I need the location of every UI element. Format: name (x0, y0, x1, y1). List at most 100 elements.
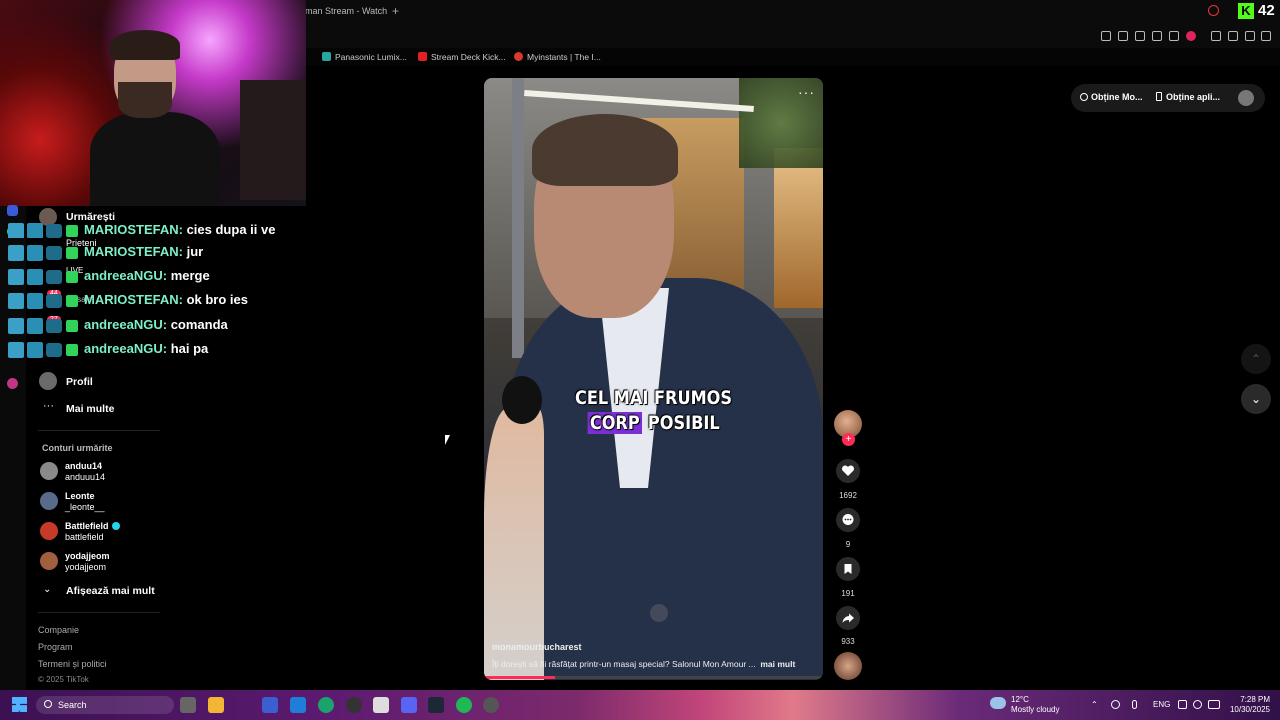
bookmark-panasonic[interactable]: Panasonic Lumix... (322, 52, 407, 62)
taskbar-search-box[interactable] (36, 696, 174, 714)
followed-account-battlefield[interactable]: Battlefield battlefield (65, 521, 120, 543)
followed-avatar[interactable] (40, 522, 58, 540)
get-coins-button[interactable]: Obține Mo... (1080, 92, 1143, 102)
task-view-icon[interactable] (180, 697, 196, 713)
followed-account-leonte[interactable]: Leonte _leonte__ (65, 491, 105, 513)
followed-account-anduu14[interactable]: anduu14 anduuu14 (65, 461, 105, 483)
instagram-icon[interactable] (7, 378, 18, 389)
edge-icon[interactable] (318, 697, 334, 713)
video-player[interactable]: ··· CEL MAI FRUMOS CORP POSIBIL monamourb… (484, 78, 823, 680)
verified-icon (111, 522, 120, 530)
chat-badge-icon (66, 294, 78, 307)
like-button[interactable] (836, 459, 860, 483)
weather-description[interactable]: Mostly cloudy (1011, 705, 1059, 714)
battery-icon[interactable] (1208, 700, 1220, 709)
menu-icon[interactable] (1261, 31, 1271, 41)
spotify-icon[interactable] (456, 697, 472, 713)
bookmark-favicon-icon (514, 52, 523, 61)
bookmark-myinstants[interactable]: Myinstants | The I... (514, 52, 601, 62)
chat-username: MARIOSTEFAN: (84, 222, 183, 237)
steam-icon[interactable] (428, 697, 444, 713)
previous-video-button[interactable]: ⌃ (1241, 344, 1271, 374)
chat-badge-icon (66, 270, 78, 283)
obs-icon[interactable] (346, 697, 362, 713)
bookmark-favicon-icon (322, 52, 331, 61)
nav-more[interactable]: Mai multe (66, 403, 114, 415)
discord-icon[interactable] (401, 697, 417, 713)
download-icon[interactable] (1228, 31, 1238, 41)
profile-avatar-icon (39, 372, 57, 390)
extensions-icon[interactable] (1211, 31, 1221, 41)
app-icon[interactable] (262, 697, 278, 713)
volume-icon[interactable] (1193, 700, 1202, 709)
video-caption: CEL MAI FRUMOS CORP POSIBIL (509, 386, 797, 436)
video-shop-window (774, 148, 823, 308)
footer-program-link[interactable]: Program (38, 642, 73, 652)
clock-time[interactable]: 7:28 PM (1230, 695, 1270, 704)
shield-icon[interactable] (1135, 31, 1145, 41)
video-progress-bar[interactable] (484, 676, 823, 679)
followed-avatar[interactable] (40, 462, 58, 480)
sound-disc-icon[interactable] (834, 652, 862, 680)
streamer-hair (110, 30, 180, 60)
pin-icon[interactable] (1101, 31, 1111, 41)
follow-plus-icon[interactable]: + (842, 433, 855, 446)
share-button[interactable] (836, 606, 860, 630)
language-indicator[interactable]: ENG (1153, 700, 1170, 709)
user-avatar[interactable] (1238, 90, 1254, 106)
search-icon[interactable] (1208, 5, 1219, 16)
chat-message: andreeaNGU: comanda (8, 317, 228, 339)
chat-message: andreeaNGU: hai pa (8, 341, 208, 363)
clock-date[interactable]: 10/30/2025 (1224, 705, 1270, 714)
nav-profile[interactable]: Profil (66, 376, 93, 388)
bookmark-label: Panasonic Lumix... (335, 52, 407, 62)
save-button[interactable] (836, 557, 860, 581)
video-more-link[interactable]: mai mult (760, 659, 795, 669)
heart-icon[interactable] (1186, 31, 1196, 41)
followed-avatar[interactable] (40, 492, 58, 510)
chat-text: ok bro ies (186, 292, 248, 307)
tray-app-icon[interactable] (1111, 700, 1120, 709)
chevron-down-icon: ⌄ (43, 584, 52, 595)
video-jacket-button (650, 604, 668, 622)
video-author[interactable]: monamourbucharest (492, 642, 582, 652)
get-app-label: Obține apli... (1166, 92, 1221, 102)
app-shortcut-icon[interactable] (7, 205, 18, 216)
chat-badge-icon (8, 317, 24, 334)
chevron-up-icon[interactable]: ⌃ (1091, 700, 1100, 709)
microphone-icon[interactable] (1132, 700, 1137, 709)
file-explorer-icon[interactable] (208, 697, 224, 713)
comment-button[interactable] (836, 508, 860, 532)
like-count: 1692 (839, 491, 857, 500)
more-dots-icon: ··· (43, 400, 54, 412)
footer-copyright: © 2025 TikTok (38, 675, 89, 684)
heart-icon (841, 465, 855, 476)
footer-terms-link[interactable]: Termeni și politici (38, 659, 107, 669)
video-lamp-post (512, 78, 524, 358)
new-tab-button[interactable]: + (392, 4, 399, 18)
followed-account-yodajjeom[interactable]: yodajjeom yodajjeom (65, 551, 110, 573)
store-icon[interactable] (373, 697, 389, 713)
get-app-button[interactable]: Obține apli... (1156, 92, 1220, 102)
chat-username: MARIOSTEFAN: (84, 244, 183, 259)
translate-icon[interactable] (1152, 31, 1162, 41)
mail-icon[interactable] (290, 697, 306, 713)
followed-avatar[interactable] (40, 552, 58, 570)
app-icon[interactable] (483, 697, 499, 713)
chat-username: andreeaNGU: (84, 317, 168, 332)
next-video-button[interactable]: ⌄ (1241, 384, 1271, 414)
network-icon[interactable] (1178, 700, 1187, 709)
browser-tab-title[interactable]: man Stream - Watch (305, 6, 387, 16)
show-more-button[interactable]: Afișează mai mult (66, 585, 155, 597)
bookmark-stream-deck[interactable]: Stream Deck Kick... (418, 52, 506, 62)
phone-icon (1156, 92, 1162, 101)
play-icon[interactable] (1169, 31, 1179, 41)
video-more-menu-icon[interactable]: ··· (798, 84, 815, 100)
screenshot-icon[interactable] (1118, 31, 1128, 41)
profile-icon[interactable] (1245, 31, 1255, 41)
chat-badge-icon (66, 224, 78, 237)
footer-company-link[interactable]: Companie (38, 625, 79, 635)
sidebar-divider (38, 430, 160, 431)
chat-username: andreeaNGU: (84, 341, 168, 356)
weather-temperature[interactable]: 12°C (1011, 695, 1029, 704)
